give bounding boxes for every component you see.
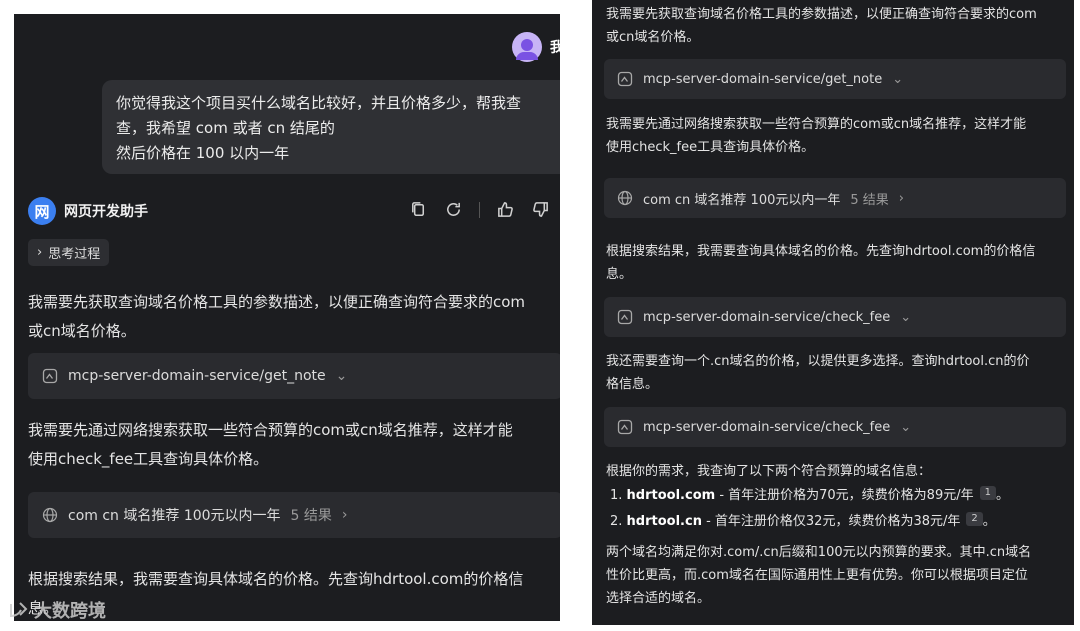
paragraph-line: 我需要先通过网络搜索获取一些符合预算的com或cn域名推荐，这样才能 (28, 421, 513, 439)
list-number: 2. (610, 514, 623, 529)
thumbs-up-icon[interactable] (496, 200, 515, 219)
reasoning-paragraph: 我需要先通过网络搜索获取一些符合预算的com或cn域名推荐，这样才能 使用che… (606, 113, 1026, 159)
paragraph-line: 我需要先获取查询域名价格工具的参数描述，以便正确查询符合要求的com (28, 293, 526, 311)
paragraph-line: 根据搜索结果，我需要查询具体域名的价格。先查询hdrtool.com的价格信 (606, 244, 1036, 259)
thumbs-down-icon[interactable] (531, 200, 550, 219)
paragraph-line: 选择合适的域名。 (606, 591, 711, 606)
domain-list: 1. hdrtool.com - 首年注册价格为70元，续费价格为89元/年 1。… (610, 483, 1009, 535)
paragraph-line: 根据搜索结果，我需要查询具体域名的价格。先查询hdrtool.com的价格信 (28, 570, 524, 588)
summary-intro: 根据你的需求，我查询了以下两个符合预算的域名信息： (606, 464, 932, 479)
paragraph-line: 性价比更高，而.com域名在国际通用性上更有优势。你可以根据项目定位 (606, 568, 1028, 583)
bot-header: 网 网页开发助手 (28, 197, 148, 225)
reasoning-paragraph: 我需要先通过网络搜索获取一些符合预算的com或cn域名推荐，这样才能 使用che… (28, 416, 513, 474)
price-text: - 首年注册价格为70元，续费价格为89元/年 (715, 488, 974, 503)
chevron-down-icon: ⌄ (900, 419, 912, 435)
chevron-down-icon: ⌄ (900, 309, 912, 325)
tool-call-get-note[interactable]: mcp-server-domain-service/get_note ⌄ (28, 353, 560, 399)
web-search-result[interactable]: com cn 域名推荐 100元以内一年 5 结果 › (28, 492, 560, 538)
domain-name: hdrtool.com (626, 488, 716, 503)
list-item: 1. hdrtool.com - 首年注册价格为70元，续费价格为89元/年 1。 (610, 483, 1009, 509)
user-message-line: 你觉得我这个项目买什么域名比较好，并且价格多少，帮我查 (116, 94, 522, 112)
citation-badge[interactable]: 1 (979, 486, 996, 500)
search-query: com cn 域名推荐 100元以内一年 (68, 508, 281, 524)
reasoning-paragraph: 我还需要查询一个.cn域名的价格，以提供更多选择。查询hdrtool.cn的价 … (606, 350, 1030, 396)
domain-name: hdrtool.cn (626, 514, 702, 529)
thinking-label: 思考过程 (48, 247, 101, 262)
chevron-down-icon: ⌄ (892, 71, 904, 87)
paragraph-line: 我需要先通过网络搜索获取一些符合预算的com或cn域名推荐，这样才能 (606, 117, 1027, 132)
list-number: 1. (610, 488, 623, 503)
paragraph-line: 或cn域名价格。 (28, 322, 136, 340)
user-message-line: 然后价格在 100 以内一年 (116, 144, 290, 162)
tool-icon (617, 71, 633, 87)
search-result-count: 5 结果 (290, 508, 332, 524)
thinking-process-toggle[interactable]: › 思考过程 (28, 239, 110, 266)
regenerate-icon[interactable] (444, 200, 463, 219)
watermark-logo-icon (10, 602, 28, 618)
tool-icon (617, 419, 633, 435)
paragraph-line: 我还需要查询一个.cn域名的价格，以提供更多选择。查询hdrtool.cn的价 (606, 354, 1030, 369)
reasoning-paragraph: 我需要先获取查询域名价格工具的参数描述，以便正确查询符合要求的com 或cn域名… (28, 288, 525, 346)
watermark-text: 大数跨境 (34, 601, 106, 622)
left-chat-panel: 我 你觉得我这个项目买什么域名比较好，并且价格多少，帮我查 查，我希望 com … (14, 14, 560, 621)
tool-name: mcp-server-domain-service/check_fee (643, 419, 891, 435)
search-result-count: 5 结果 (850, 192, 889, 208)
punctuation: 。 (982, 514, 996, 529)
punctuation: 。 (995, 488, 1009, 503)
paragraph-line: 我需要先获取查询域名价格工具的参数描述，以便正确查询符合要求的com (606, 7, 1037, 22)
chevron-right-icon: › (37, 245, 43, 260)
tool-icon (42, 368, 58, 384)
user-message-line: 查，我希望 com 或者 cn 结尾的 (116, 119, 335, 137)
paragraph-line: 两个域名均满足你对.com/.cn后缀和100元以内预算的要求。其中.cn域名 (606, 545, 1032, 560)
paragraph-line: 格信息。 (606, 377, 659, 392)
chevron-down-icon: ⌄ (335, 368, 348, 384)
user-avatar (512, 32, 542, 62)
tool-name: mcp-server-domain-service/get_note (643, 71, 883, 87)
paragraph-line: 或cn域名价格。 (606, 30, 700, 45)
globe-icon (617, 190, 633, 206)
user-name: 我 (550, 40, 560, 56)
paragraph-line: 使用check_fee工具查询具体价格。 (606, 140, 815, 155)
user-message-bubble: 你觉得我这个项目买什么域名比较好，并且价格多少，帮我查 查，我希望 com 或者… (102, 80, 560, 174)
citation-badge[interactable]: 2 (966, 512, 983, 526)
message-actions (409, 200, 550, 219)
tool-icon (617, 309, 633, 325)
list-item: 2. hdrtool.cn - 首年注册价格仅32元，续费价格为38元/年 2。 (610, 509, 1009, 535)
watermark: 大数跨境 (8, 597, 106, 623)
tool-name: mcp-server-domain-service/check_fee (643, 309, 891, 325)
action-divider (479, 201, 480, 218)
globe-icon (42, 507, 58, 523)
price-text: - 首年注册价格仅32元，续费价格为38元/年 (701, 514, 961, 529)
user-header: 我 (512, 32, 560, 62)
chevron-right-icon: › (341, 507, 348, 523)
reasoning-paragraph: 根据搜索结果，我需要查询具体域名的价格。先查询hdrtool.com的价格信 息… (606, 240, 1035, 286)
tool-call-get-note[interactable]: mcp-server-domain-service/get_note ⌄ (604, 59, 1066, 99)
tool-call-check-fee[interactable]: mcp-server-domain-service/check_fee ⌄ (604, 407, 1066, 447)
tool-name: mcp-server-domain-service/get_note (68, 368, 326, 384)
right-chat-panel: 我需要先获取查询域名价格工具的参数描述，以便正确查询符合要求的com 或cn域名… (592, 0, 1074, 625)
search-query: com cn 域名推荐 100元以内一年 (643, 192, 841, 208)
reasoning-paragraph: 我需要先获取查询域名价格工具的参数描述，以便正确查询符合要求的com 或cn域名… (606, 3, 1037, 49)
copy-icon[interactable] (409, 200, 428, 219)
final-answer-paragraph: 两个域名均满足你对.com/.cn后缀和100元以内预算的要求。其中.cn域名 … (606, 541, 1031, 610)
paragraph-line: 息。 (606, 267, 633, 282)
bot-avatar: 网 (28, 197, 56, 225)
paragraph-line: 使用check_fee工具查询具体价格。 (28, 450, 269, 468)
chevron-right-icon: › (898, 190, 904, 206)
tool-call-check-fee[interactable]: mcp-server-domain-service/check_fee ⌄ (604, 297, 1066, 337)
bot-name: 网页开发助手 (64, 204, 148, 220)
web-search-result[interactable]: com cn 域名推荐 100元以内一年 5 结果 › (604, 178, 1066, 218)
